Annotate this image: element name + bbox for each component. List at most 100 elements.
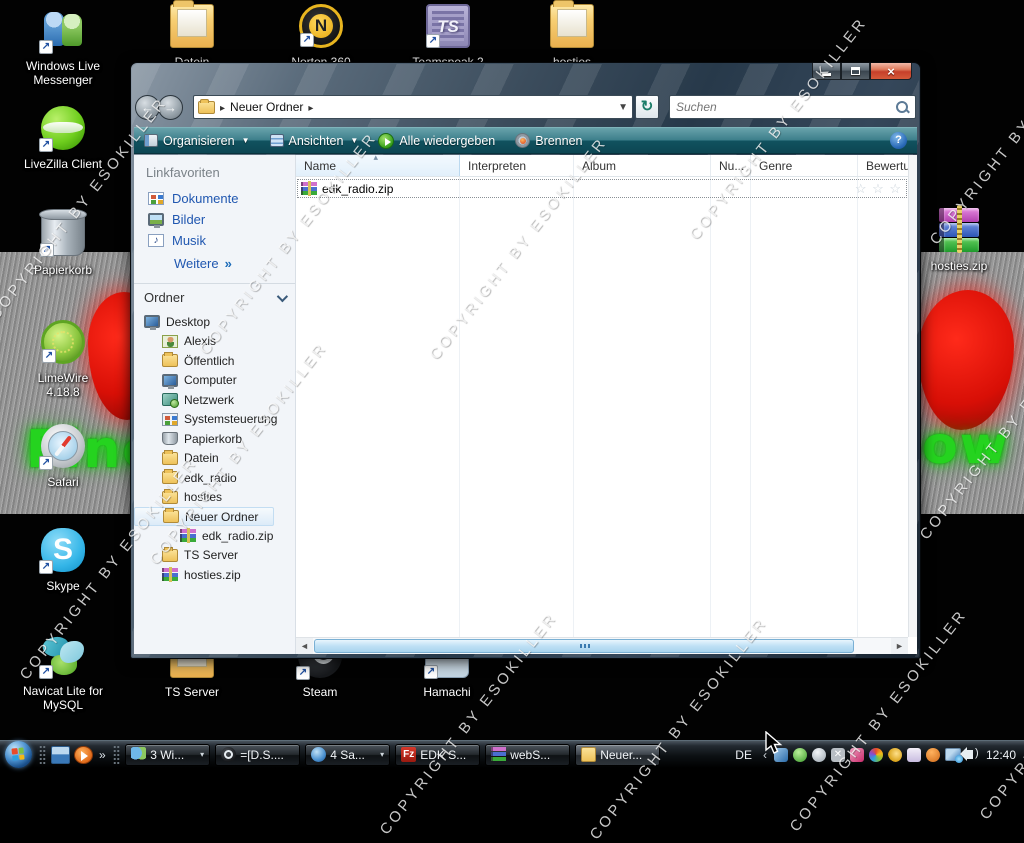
column-header-genre[interactable]: Genre: [751, 155, 858, 176]
folder-icon: [198, 101, 215, 114]
network-icon[interactable]: [945, 748, 961, 761]
tree-item-papierkorb[interactable]: Papierkorb: [134, 429, 295, 449]
task-button-filezilla[interactable]: Fz EDK S...: [395, 744, 480, 766]
back-button[interactable]: ←: [135, 95, 160, 120]
horizontal-scrollbar[interactable]: ◄ ►: [296, 637, 908, 654]
tray-moon-icon[interactable]: [888, 748, 902, 762]
desktop-icon-papierkorb[interactable]: ↗ Papierkorb: [21, 212, 105, 278]
tree-item-hosties-zip[interactable]: hosties.zip: [134, 565, 295, 585]
quick-launch-overflow-icon[interactable]: »: [99, 748, 106, 762]
language-indicator[interactable]: DE: [735, 748, 752, 762]
media-player-icon[interactable]: [74, 746, 93, 764]
column-header-nummer[interactable]: Nu...: [711, 155, 751, 176]
column-header-album[interactable]: Album: [574, 155, 711, 176]
desktop-icon-datein[interactable]: Datein: [150, 4, 234, 70]
chevron-down-icon[interactable]: [277, 290, 288, 301]
desktop-icon-skype[interactable]: ↗ Skype: [21, 528, 105, 594]
tree-item-computer[interactable]: Computer: [134, 371, 295, 391]
task-button-steam[interactable]: =[D.S....: [215, 744, 300, 766]
refresh-button[interactable]: ↻: [635, 95, 659, 119]
sidebar-more-link[interactable]: Weitere»: [134, 251, 295, 277]
address-dropdown-icon[interactable]: ▼: [618, 102, 628, 113]
desktop-icon-safari[interactable]: ↗ Safari: [21, 424, 105, 490]
tray-close-icon[interactable]: ✕: [831, 748, 845, 762]
tray-messenger-icon[interactable]: [793, 748, 807, 762]
task-button-windows-group[interactable]: 3 Wi... ▾: [125, 744, 210, 766]
taskbar: » 3 Wi... ▾ =[D.S.... 4 Sa... ▾ Fz EDK S…: [0, 740, 1024, 768]
tree-item-alexis[interactable]: Alexis: [134, 332, 295, 352]
clock[interactable]: 12:40: [986, 748, 1016, 762]
tray-icon[interactable]: [812, 748, 826, 762]
desktop-icon-hosties[interactable]: hosties: [530, 4, 614, 70]
tree-item-datein[interactable]: Datein: [134, 449, 295, 469]
desktop-icon-livezilla[interactable]: ↗ LiveZilla Client: [21, 106, 105, 172]
start-button[interactable]: [5, 741, 32, 768]
sidebar-item-bilder[interactable]: Bilder: [134, 209, 295, 230]
tree-item-edk-radio-zip[interactable]: edk_radio.zip: [134, 526, 295, 546]
desktop-icon-hosties-zip[interactable]: hosties.zip: [917, 208, 1001, 274]
breadcrumb-arrow-icon[interactable]: [303, 100, 318, 114]
column-headers: Name Interpreten Album Nu... Genre Bewer…: [296, 155, 908, 177]
limewire-icon: ↗: [41, 320, 85, 364]
column-header-interpreten[interactable]: Interpreten: [460, 155, 574, 176]
tree-item-label: Öffentlich: [184, 354, 234, 368]
scroll-right-arrow-icon[interactable]: ►: [891, 638, 908, 654]
sidebar-item-musik[interactable]: ♪ Musik: [134, 230, 295, 251]
desktop-icon-limewire[interactable]: ↗ LimeWire 4.18.8: [21, 320, 105, 400]
taskband-grip[interactable]: [113, 745, 120, 765]
tree-item-ts-server[interactable]: TS Server: [134, 546, 295, 566]
organize-menu-button[interactable]: Organisieren ▼: [144, 134, 250, 148]
task-button-winrar[interactable]: webS...: [485, 744, 570, 766]
organize-icon: [144, 134, 158, 147]
task-button-safari-group[interactable]: 4 Sa... ▾: [305, 744, 390, 766]
breadcrumb[interactable]: Neuer Ordner: [230, 100, 303, 114]
minimize-button[interactable]: [812, 63, 841, 80]
desktop-icon-label: Hamachi: [405, 686, 489, 700]
file-row-edk-radio-zip[interactable]: edk_radio.zip ☆ ☆ ☆: [297, 179, 907, 198]
search-box[interactable]: [669, 95, 916, 119]
scrollbar-thumb[interactable]: [314, 639, 854, 653]
task-label: 3 Wi...: [150, 748, 184, 762]
search-icon[interactable]: [896, 101, 909, 114]
desktop-icon-windows-live-messenger[interactable]: ↗ Windows Live Messenger: [21, 8, 105, 88]
address-bar[interactable]: Neuer Ordner ▼: [193, 95, 633, 119]
close-button[interactable]: ×: [870, 63, 912, 80]
command-toolbar: Organisieren ▼ Ansichten ▼ Alle wiederge…: [134, 127, 917, 154]
tree-item-hosties[interactable]: hosties: [134, 488, 295, 508]
tree-item-neuer-ordner[interactable]: Neuer Ordner: [134, 507, 274, 526]
forward-button[interactable]: →: [158, 95, 183, 120]
window-controls: ×: [812, 63, 912, 80]
tray-notes-icon[interactable]: [907, 748, 921, 762]
play-all-button[interactable]: Alle wiedergeben: [378, 133, 495, 149]
tray-icon[interactable]: [926, 748, 940, 762]
task-button-neuer-ordner[interactable]: Neuer...: [575, 744, 660, 766]
help-button[interactable]: ?: [890, 132, 907, 149]
sidebar-item-dokumente[interactable]: Dokumente: [134, 188, 295, 209]
tree-item-netzwerk[interactable]: Netzwerk: [134, 390, 295, 410]
vertical-scrollbar[interactable]: [908, 155, 917, 637]
tree-item-systemsteuerung[interactable]: Systemsteuerung: [134, 410, 295, 430]
tree-item-edk-radio[interactable]: edk_radio: [134, 468, 295, 488]
desktop-icon-label: hosties.zip: [917, 260, 1001, 274]
column-header-bewertung[interactable]: Bewertung: [858, 155, 908, 176]
scroll-left-arrow-icon[interactable]: ◄: [296, 638, 313, 654]
volume-icon[interactable]: [966, 750, 973, 759]
search-input[interactable]: [676, 100, 896, 114]
quick-launch-grip[interactable]: [39, 745, 46, 765]
tree-item-oeffentlich[interactable]: Öffentlich: [134, 351, 295, 371]
views-menu-button[interactable]: Ansichten ▼: [270, 134, 359, 148]
column-header-name[interactable]: Name: [296, 155, 460, 176]
rating-stars[interactable]: ☆ ☆ ☆: [855, 181, 906, 197]
tray-icon[interactable]: [850, 748, 864, 762]
burn-button[interactable]: Brennen: [515, 133, 582, 148]
group-arrow-icon: ▾: [380, 750, 384, 759]
folder-icon: [162, 471, 178, 484]
chevron-down-icon: ▼: [350, 136, 358, 145]
tray-icon[interactable]: [869, 748, 883, 762]
folders-band[interactable]: Ordner: [134, 283, 295, 310]
maximize-button[interactable]: [841, 63, 870, 80]
tree-item-desktop[interactable]: Desktop: [134, 312, 295, 332]
show-desktop-icon[interactable]: [51, 746, 70, 764]
desktop-icon-navicat[interactable]: ↗ Navicat Lite for MySQL: [21, 633, 105, 713]
folder-icon: [581, 747, 596, 762]
